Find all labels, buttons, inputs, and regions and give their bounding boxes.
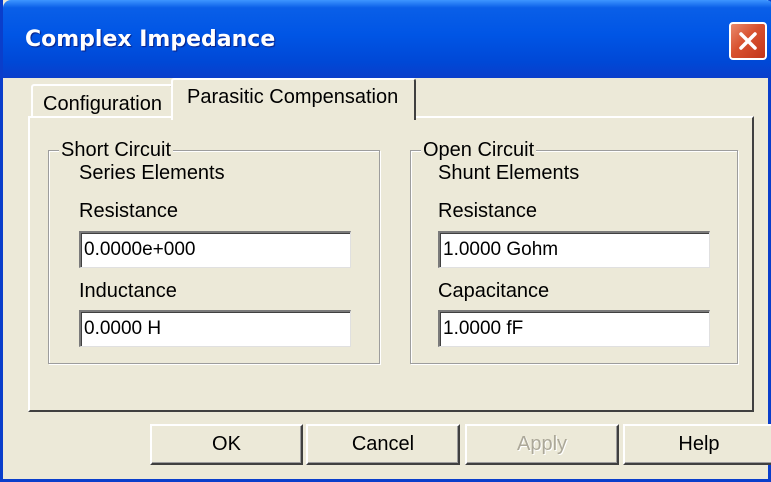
tab-control: Configuration Parasitic Compensation Sho… — [3, 78, 771, 482]
close-icon — [739, 32, 757, 50]
inductance-input[interactable]: 0.0000 H — [79, 310, 351, 347]
short-circuit-legend: Short Circuit — [59, 139, 174, 162]
apply-button[interactable]: Apply — [465, 424, 619, 465]
cancel-button[interactable]: Cancel — [306, 424, 460, 465]
window-title: Complex Impedance — [25, 27, 276, 52]
dialog-window: Complex Impedance Configuration Parasiti… — [0, 0, 771, 482]
open-resistance-input[interactable]: 1.0000 Gohm — [438, 231, 710, 268]
capacitance-input[interactable]: 1.0000 fF — [438, 310, 710, 347]
close-button[interactable] — [729, 22, 767, 60]
shunt-elements-label: Shunt Elements — [438, 162, 580, 184]
open-circuit-group: Open Circuit Shunt Elements Resistance 1… — [410, 139, 738, 364]
short-resistance-label: Resistance — [79, 200, 178, 222]
short-circuit-group: Short Circuit Series Elements Resistance… — [48, 139, 380, 364]
open-circuit-legend: Open Circuit — [421, 139, 537, 162]
tab-panel: Short Circuit Series Elements Resistance… — [28, 116, 754, 412]
open-resistance-label: Resistance — [438, 200, 537, 222]
ok-button[interactable]: OK — [150, 424, 303, 465]
series-elements-label: Series Elements — [79, 162, 225, 184]
help-button[interactable]: Help — [623, 424, 771, 465]
capacitance-label: Capacitance — [438, 280, 550, 302]
tab-parasitic-compensation[interactable]: Parasitic Compensation — [171, 78, 416, 120]
tab-configuration[interactable]: Configuration — [31, 84, 173, 118]
short-resistance-input[interactable]: 0.0000e+000 — [79, 231, 351, 268]
inductance-label: Inductance — [79, 280, 177, 302]
title-bar[interactable]: Complex Impedance — [3, 0, 771, 78]
